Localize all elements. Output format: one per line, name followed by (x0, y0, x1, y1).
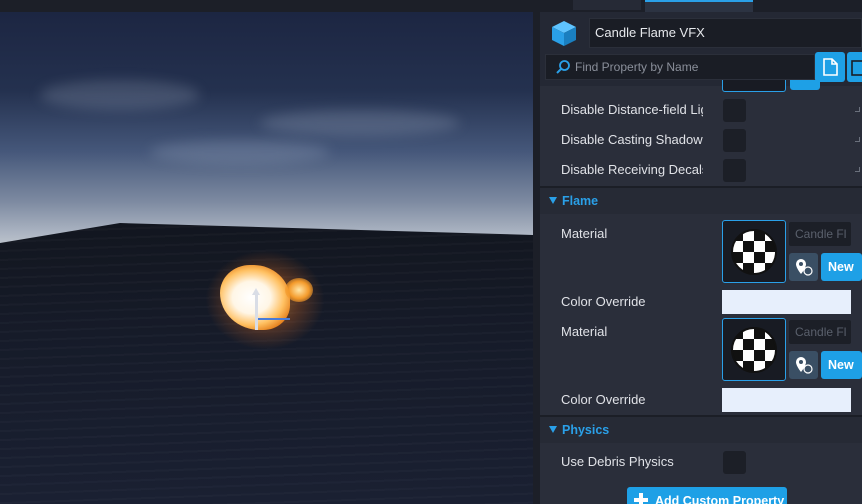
property-list: Disable Distance-field Lig Disable Casti… (540, 80, 862, 504)
cloud (150, 140, 330, 164)
expand-arrow-icon[interactable] (855, 137, 860, 142)
expand-arrow-icon (549, 197, 557, 204)
color-override-row: Color Override (540, 287, 862, 317)
add-custom-property-label: Add Custom Property (655, 494, 785, 504)
clipboard-button[interactable] (847, 52, 862, 82)
property-label: Color Override (561, 392, 646, 407)
property-row: Use Debris Physics (540, 447, 862, 477)
cloud (40, 80, 200, 110)
map-pin-icon (796, 357, 813, 374)
panel-splitter[interactable] (533, 0, 540, 504)
document-icon (823, 58, 838, 76)
checker-sphere-icon (731, 327, 777, 373)
material-asset-name[interactable]: Candle Fl (789, 320, 851, 344)
checkbox[interactable] (723, 159, 746, 182)
actor-name-field[interactable]: Candle Flame VFX (589, 18, 862, 48)
panel-tab-bar (533, 0, 862, 12)
material-thumbnail[interactable] (722, 318, 786, 381)
category-physics[interactable]: Physics (540, 415, 862, 443)
viewport[interactable] (0, 0, 533, 504)
category-title: Flame (562, 194, 599, 208)
transform-gizmo-z[interactable] (252, 288, 260, 330)
editor-window: Candle Flame VFX Find Property by Name D… (0, 0, 862, 504)
color-swatch[interactable] (722, 290, 851, 314)
checker-sphere-icon (731, 229, 777, 275)
color-override-row: Color Override (540, 385, 862, 415)
property-label: Material (561, 324, 608, 339)
material-row: Material Candle Fl New (540, 219, 862, 287)
expand-arrow-icon[interactable] (855, 167, 860, 172)
cloud (260, 110, 460, 136)
search-icon (555, 59, 571, 75)
property-label: Disable Receiving Decals (561, 162, 703, 177)
cube-icon (550, 19, 578, 47)
document-button[interactable] (815, 52, 845, 82)
material-thumbnail[interactable] (722, 220, 786, 283)
property-row: Disable Casting Shadows (540, 125, 862, 155)
property-label: Use Debris Physics (561, 454, 674, 469)
expand-arrow-icon (549, 426, 557, 433)
browse-button[interactable] (789, 253, 818, 281)
property-label: Material (561, 226, 608, 241)
property-label: Color Override (561, 294, 646, 309)
viewport-toolbar (0, 0, 533, 12)
new-material-button[interactable]: New (821, 351, 862, 379)
checkbox[interactable] (723, 129, 746, 152)
plus-icon (634, 493, 648, 504)
expand-arrow-icon[interactable] (855, 107, 860, 112)
flame-particle-side (285, 278, 313, 302)
transform-gizmo-x[interactable] (258, 318, 290, 320)
tab-inactive[interactable] (573, 0, 641, 10)
category-title: Physics (562, 423, 610, 437)
search-input[interactable]: Find Property by Name (545, 54, 815, 80)
tab-properties[interactable] (645, 0, 753, 12)
category-flame[interactable]: Flame (540, 186, 862, 214)
clipboard-icon (851, 60, 862, 76)
property-label: Disable Casting Shadows (561, 132, 703, 147)
checkbox[interactable] (723, 99, 746, 122)
material-row: Material Candle Fl New (540, 317, 862, 385)
property-row: Disable Receiving Decals (540, 155, 862, 185)
add-custom-property-button[interactable]: Add Custom Property (627, 487, 787, 504)
property-row: Disable Distance-field Lig (540, 95, 862, 125)
property-label: Disable Distance-field Lig (561, 102, 703, 117)
search-placeholder: Find Property by Name (575, 60, 699, 74)
details-panel: Candle Flame VFX Find Property by Name D… (533, 0, 862, 504)
button-partial[interactable] (790, 80, 820, 90)
material-asset-name[interactable]: Candle Fl (789, 222, 851, 246)
browse-button[interactable] (789, 351, 818, 379)
checkbox[interactable] (723, 451, 746, 474)
map-pin-icon (796, 259, 813, 276)
color-swatch[interactable] (722, 388, 851, 412)
material-thumbnail-partial[interactable] (722, 80, 786, 92)
new-material-button[interactable]: New (821, 253, 862, 281)
